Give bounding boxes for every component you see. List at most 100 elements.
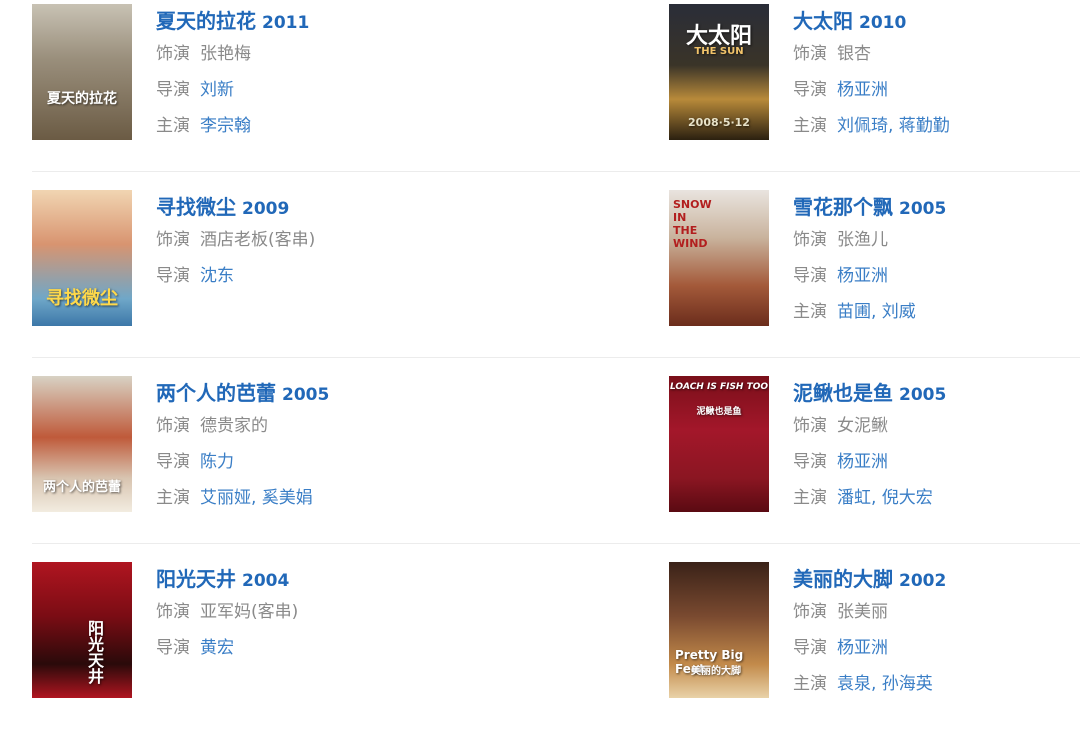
role-line-label: 饰演	[793, 602, 827, 622]
film-row: 夏天的拉花 夏天的拉花 2011 饰演 张艳梅 导演 刘新 主演 李宗翰 大太阳 THE SUN 20…	[32, 4, 1080, 190]
role-line-label: 饰演	[156, 602, 190, 622]
film-year: 2004	[242, 571, 290, 591]
role-line-label: 饰演	[156, 230, 190, 250]
film-title-line: 美丽的大脚 2002	[793, 564, 1080, 594]
film-title-link[interactable]: 阳光天井	[156, 567, 236, 591]
cast-line-value[interactable]: 苗圃, 刘威	[837, 302, 916, 322]
role-line-value: 女泥鳅	[837, 416, 888, 436]
film-info: 两个人的芭蕾 2005 饰演 德贵家的 导演 陈力 主演 艾丽娅, 奚美娟	[156, 378, 456, 516]
role-line-value: 德贵家的	[200, 416, 268, 436]
film-title-line: 两个人的芭蕾 2005	[156, 378, 456, 408]
poster-snow-in-the-wind-icon[interactable]: SNOW IN THE WIND	[669, 190, 769, 326]
director-line-value[interactable]: 杨亚洲	[837, 452, 888, 472]
film-info: 阳光天井 2004 饰演 亚军妈(客串) 导演 黄宏	[156, 564, 456, 666]
role-line-label: 饰演	[793, 230, 827, 250]
director-line-value[interactable]: 杨亚洲	[837, 80, 888, 100]
director-line-label: 导演	[156, 638, 190, 658]
director-line-value[interactable]: 陈力	[200, 452, 234, 472]
poster-title-art: SNOW IN THE WIND	[673, 198, 712, 250]
film-info: 美丽的大脚 2002 饰演 张美丽 导演 杨亚洲 主演 袁泉, 孙海英	[793, 564, 1080, 702]
film-title-link[interactable]: 夏天的拉花	[156, 9, 256, 33]
film-card: SNOW IN THE WIND 雪花那个飘 2005 饰演 张渔儿 导演 杨亚洲 主演 苗圃,…	[669, 190, 1080, 330]
role-line-value: 张艳梅	[200, 44, 251, 64]
cast-line: 主演 袁泉, 孙海英	[793, 666, 1080, 702]
cast-line-value[interactable]: 潘虹, 倪大宏	[837, 488, 933, 508]
cast-line-value[interactable]: 刘佩琦, 蒋勤勤	[837, 116, 950, 136]
role-line: 饰演 酒店老板(客串)	[156, 222, 456, 258]
cast-line-value[interactable]: 袁泉, 孙海英	[837, 674, 933, 694]
role-line-label: 饰演	[156, 44, 190, 64]
director-line-value[interactable]: 黄宏	[200, 638, 234, 658]
director-line: 导演 杨亚洲	[793, 258, 1080, 294]
role-line-value: 亚军妈(客串)	[200, 602, 299, 622]
role-line-value: 张美丽	[837, 602, 888, 622]
director-line-value[interactable]: 沈东	[200, 266, 234, 286]
cast-line-label: 主演	[793, 674, 827, 694]
director-line-label: 导演	[793, 452, 827, 472]
poster-title-art: 阳光天井	[85, 620, 104, 684]
role-line-label: 饰演	[156, 416, 190, 436]
cast-line-label: 主演	[156, 116, 190, 136]
film-row: 阳光天井 阳光天井 2004 饰演 亚军妈(客串) 导演 黄宏 Pretty Big Feet…	[32, 562, 1080, 748]
film-title-link[interactable]: 泥鳅也是鱼	[793, 381, 893, 405]
film-info: 夏天的拉花 2011 饰演 张艳梅 导演 刘新 主演 李宗翰	[156, 6, 456, 144]
director-line-value[interactable]: 刘新	[200, 80, 234, 100]
role-line: 饰演 亚军妈(客串)	[156, 594, 456, 630]
role-line-value: 张渔儿	[837, 230, 888, 250]
poster-the-sun-icon[interactable]: 大太阳 THE SUN 2008·5·12	[669, 4, 769, 140]
role-line: 饰演 张美丽	[793, 594, 1080, 630]
role-line: 饰演 女泥鳅	[793, 408, 1080, 444]
director-line-value[interactable]: 杨亚洲	[837, 266, 888, 286]
poster-cn-title-art: 美丽的大脚	[691, 666, 741, 677]
film-title-line: 寻找微尘 2009	[156, 192, 456, 222]
cast-line-value[interactable]: 李宗翰	[200, 116, 251, 136]
poster-title-art: 两个人的芭蕾	[42, 480, 121, 495]
cast-line: 主演 李宗翰	[156, 108, 456, 144]
role-line-label: 饰演	[793, 416, 827, 436]
film-row: 寻找微尘 寻找微尘 2009 饰演 酒店老板(客串) 导演 沈东 SNOW IN THE WI…	[32, 190, 1080, 376]
film-title-link[interactable]: 雪花那个飘	[793, 195, 893, 219]
role-line-label: 饰演	[793, 44, 827, 64]
role-line-value: 银杏	[837, 44, 871, 64]
director-line-label: 导演	[793, 266, 827, 286]
role-line: 饰演 德贵家的	[156, 408, 456, 444]
poster-summer-lahua-icon[interactable]: 夏天的拉花	[32, 4, 132, 140]
film-card: 大太阳 THE SUN 2008·5·12 大太阳 2010 饰演 银杏 导演 杨亚洲 主演 刘佩琦…	[669, 4, 1080, 144]
film-title-link[interactable]: 两个人的芭蕾	[156, 381, 276, 405]
poster-cn-title-art: 泥鳅也是鱼	[696, 407, 742, 417]
film-year: 2009	[242, 199, 290, 219]
cast-line-value[interactable]: 艾丽娅, 奚美娟	[200, 488, 313, 508]
role-line: 饰演 银杏	[793, 36, 1080, 72]
film-title-link[interactable]: 美丽的大脚	[793, 567, 893, 591]
director-line-label: 导演	[793, 638, 827, 658]
poster-loach-is-fish-too-icon[interactable]: LOACH IS FISH TOO 泥鳅也是鱼	[669, 376, 769, 512]
film-title-line: 雪花那个飘 2005	[793, 192, 1080, 222]
director-line: 导演 杨亚洲	[793, 444, 1080, 480]
poster-date-art: 2008·5·12	[688, 116, 750, 129]
film-year: 2002	[899, 571, 947, 591]
poster-title-art: 夏天的拉花	[47, 91, 117, 107]
cast-line-label: 主演	[793, 488, 827, 508]
poster-pretty-big-feet-icon[interactable]: Pretty Big Feet 美丽的大脚	[669, 562, 769, 698]
film-row: 两个人的芭蕾 两个人的芭蕾 2005 饰演 德贵家的 导演 陈力 主演 艾丽娅, 奚美娟 LOAC…	[32, 376, 1080, 562]
role-line-value: 酒店老板(客串)	[200, 230, 316, 250]
film-year: 2005	[899, 385, 947, 405]
director-line: 导演 杨亚洲	[793, 630, 1080, 666]
film-card: 阳光天井 阳光天井 2004 饰演 亚军妈(客串) 导演 黄宏	[32, 562, 452, 702]
poster-two-person-ballet-icon[interactable]: 两个人的芭蕾	[32, 376, 132, 512]
film-title-line: 阳光天井 2004	[156, 564, 456, 594]
director-line-value[interactable]: 杨亚洲	[837, 638, 888, 658]
cast-line: 主演 潘虹, 倪大宏	[793, 480, 1080, 516]
film-card: LOACH IS FISH TOO 泥鳅也是鱼 泥鳅也是鱼 2005 饰演 女泥鳅 导演 杨亚…	[669, 376, 1080, 516]
poster-xunzhao-weichen-icon[interactable]: 寻找微尘	[32, 190, 132, 326]
film-title-link[interactable]: 大太阳	[793, 9, 853, 33]
film-title-link[interactable]: 寻找微尘	[156, 195, 236, 219]
film-year: 2010	[859, 13, 907, 33]
poster-title-art: 寻找微尘	[46, 288, 118, 309]
film-card: 两个人的芭蕾 两个人的芭蕾 2005 饰演 德贵家的 导演 陈力 主演 艾丽娅, 奚美娟	[32, 376, 452, 516]
cast-line: 主演 艾丽娅, 奚美娟	[156, 480, 456, 516]
cast-line-label: 主演	[793, 116, 827, 136]
poster-sunny-courtyard-icon[interactable]: 阳光天井	[32, 562, 132, 698]
director-line: 导演 杨亚洲	[793, 72, 1080, 108]
film-info: 雪花那个飘 2005 饰演 张渔儿 导演 杨亚洲 主演 苗圃, 刘威	[793, 192, 1080, 330]
